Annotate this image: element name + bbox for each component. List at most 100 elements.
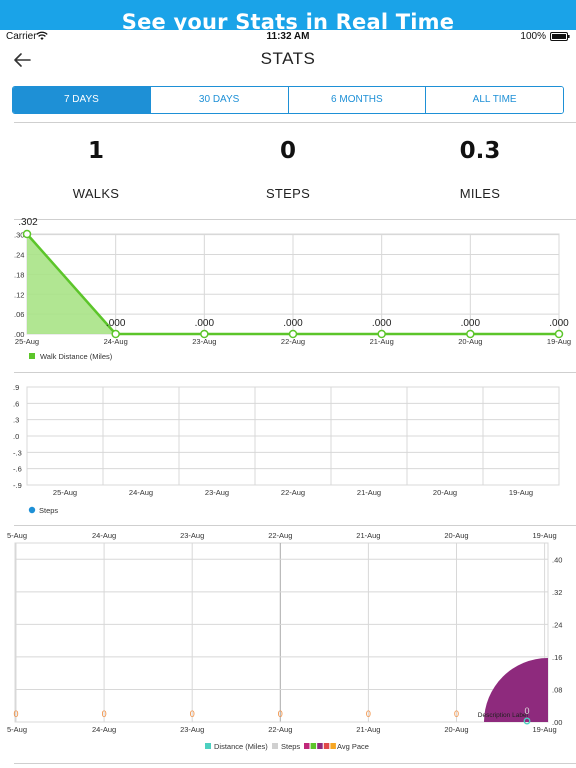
stat-walks: 1 WALKS — [16, 126, 176, 201]
x-top-tick-label: 5-Aug — [7, 531, 27, 540]
x-top-tick-label: 24-Aug — [92, 531, 116, 540]
x-tick-label: 19-Aug — [547, 337, 571, 346]
y-tick-label: .6 — [13, 399, 19, 408]
y-right-tick-label: .00 — [552, 718, 562, 727]
x-tick-label: 21-Aug — [370, 337, 394, 346]
x-tick-label: 21-Aug — [357, 488, 381, 497]
battery-icon — [550, 32, 570, 41]
y-tick-label: -.9 — [13, 481, 22, 490]
status-bar: Carrier 11:32 AM 100% — [0, 30, 576, 44]
y-tick-label: .12 — [14, 290, 24, 299]
avg-pace-point-label: 0 — [13, 709, 18, 719]
avg-pace-point-label: 0 — [454, 709, 459, 719]
walk-distance-chart: 25-Aug 24-Aug 23-Aug 22-Aug 21-Aug 20-Aug 19-A… — [14, 217, 571, 361]
description-bubble-value: 0 — [524, 706, 529, 716]
y-tick-label: .06 — [14, 310, 24, 319]
x-tick-label: 20-Aug — [458, 337, 482, 346]
walk-distance-point — [200, 329, 209, 339]
x-bottom-tick-label: 23-Aug — [180, 725, 204, 734]
page-title: STATS — [260, 49, 316, 68]
y-tick-label: .24 — [14, 251, 24, 260]
y-right-tick-label: .08 — [552, 685, 562, 694]
y-tick-label: .9 — [13, 383, 19, 392]
walk-distance-point — [111, 329, 120, 339]
stat-walks-value: 1 — [87, 138, 104, 164]
stat-walks-label: WALKS — [72, 186, 120, 201]
x-tick-label: 25-Aug — [53, 488, 77, 497]
segment-30-days[interactable]: 30 DAYS — [150, 87, 289, 113]
x-tick-label: 22-Aug — [281, 337, 305, 346]
status-time: 11:32 AM — [266, 31, 310, 42]
walk-distance-point — [466, 329, 475, 339]
x-top-tick-label: 23-Aug — [180, 531, 204, 540]
x-bottom-tick-label: 22-Aug — [268, 725, 292, 734]
stat-steps: 0 STEPS — [208, 126, 368, 201]
x-tick-label: 24-Aug — [129, 488, 153, 497]
stat-miles: 0.3 MILES — [400, 126, 560, 201]
stat-steps-label: STEPS — [265, 186, 311, 201]
avg-pace-point-label: 0 — [366, 709, 371, 719]
battery-percent: 100% — [520, 31, 546, 42]
x-top-tick-label: 22-Aug — [268, 531, 292, 540]
avg-pace-point-label: 0 — [278, 709, 283, 719]
combined-stats-chart: 5-Aug 24-Aug 23-Aug 22-Aug 21-Aug 20-Aug 19-Au… — [7, 531, 562, 751]
x-bottom-tick-label: 5-Aug — [7, 725, 27, 734]
legend-swatch-steps — [272, 743, 278, 749]
description-label: Description Label — [478, 712, 529, 719]
legend-swatch-avg-pace — [304, 743, 310, 749]
y-tick-label: .3 — [13, 416, 19, 425]
banner-text: See your Stats in Real Time — [121, 10, 455, 30]
legend-swatch-steps — [28, 506, 36, 514]
walk-distance-value-label: .000 — [549, 318, 569, 329]
x-tick-label: 23-Aug — [205, 488, 229, 497]
walk-distance-value-label: .302 — [18, 217, 38, 228]
steps-chart: 25-Aug 24-Aug 23-Aug 22-Aug 21-Aug 20-Aug 19-A… — [13, 383, 560, 515]
legend-swatch-avg-pace — [330, 743, 336, 749]
segment-7-days[interactable]: 7 DAYS — [13, 87, 151, 113]
x-bottom-tick-label: 24-Aug — [92, 725, 116, 734]
stats-summary: 1 WALKS 0 STEPS 0.3 MILES — [0, 126, 576, 218]
walk-distance-value-label: .000 — [461, 318, 481, 329]
legend-swatch-avg-pace — [317, 743, 323, 749]
legend-swatch-distance — [205, 743, 211, 749]
stat-miles-label: MILES — [459, 186, 501, 201]
segment-all-time[interactable]: ALL TIME — [426, 87, 563, 113]
legend-swatch-avg-pace — [323, 743, 330, 749]
x-tick-label: 19-Aug — [509, 488, 533, 497]
stat-miles-value: 0.3 — [459, 138, 501, 164]
y-tick-label: -.6 — [13, 465, 22, 474]
legend-label-distance: Distance (Miles) — [214, 742, 268, 751]
y-tick-label: -.3 — [13, 448, 22, 457]
divider — [14, 525, 576, 526]
y-tick-label: .30 — [14, 231, 24, 240]
nav-bar: STATS — [0, 44, 576, 76]
walk-distance-point — [554, 329, 564, 339]
x-top-tick-label: 21-Aug — [356, 531, 380, 540]
x-top-tick-label: 20-Aug — [444, 531, 468, 540]
x-tick-label: 20-Aug — [433, 488, 457, 497]
x-bottom-tick-label: 20-Aug — [444, 725, 468, 734]
x-tick-label: 23-Aug — [192, 337, 216, 346]
x-bottom-tick-label: 21-Aug — [356, 725, 380, 734]
x-tick-label: 22-Aug — [281, 488, 305, 497]
divider — [14, 763, 576, 764]
walk-distance-point — [288, 329, 298, 339]
promo-banner: See your Stats in Real Time — [0, 0, 576, 30]
legend-swatch-avg-pace — [310, 743, 317, 749]
y-right-tick-label: .24 — [552, 620, 562, 629]
y-right-tick-label: .16 — [552, 653, 562, 662]
avg-pace-point-label: 0 — [190, 709, 195, 719]
divider — [14, 372, 576, 373]
avg-pace-point-label: 0 — [102, 709, 107, 719]
legend-label-steps: Steps — [39, 506, 58, 515]
walk-distance-value-label: .000 — [195, 318, 215, 329]
segment-6-months[interactable]: 6 MONTHS — [288, 87, 427, 113]
legend-label-avg-pace: Avg Pace — [337, 742, 369, 751]
y-tick-label: .0 — [13, 432, 19, 441]
stat-steps-value: 0 — [279, 138, 296, 164]
legend-swatch-walk-distance — [29, 353, 35, 359]
walk-distance-value-label: .000 — [372, 318, 392, 329]
walk-distance-point — [22, 229, 32, 239]
walk-distance-value-label: .000 — [283, 318, 303, 329]
x-tick-label: 24-Aug — [104, 337, 128, 346]
